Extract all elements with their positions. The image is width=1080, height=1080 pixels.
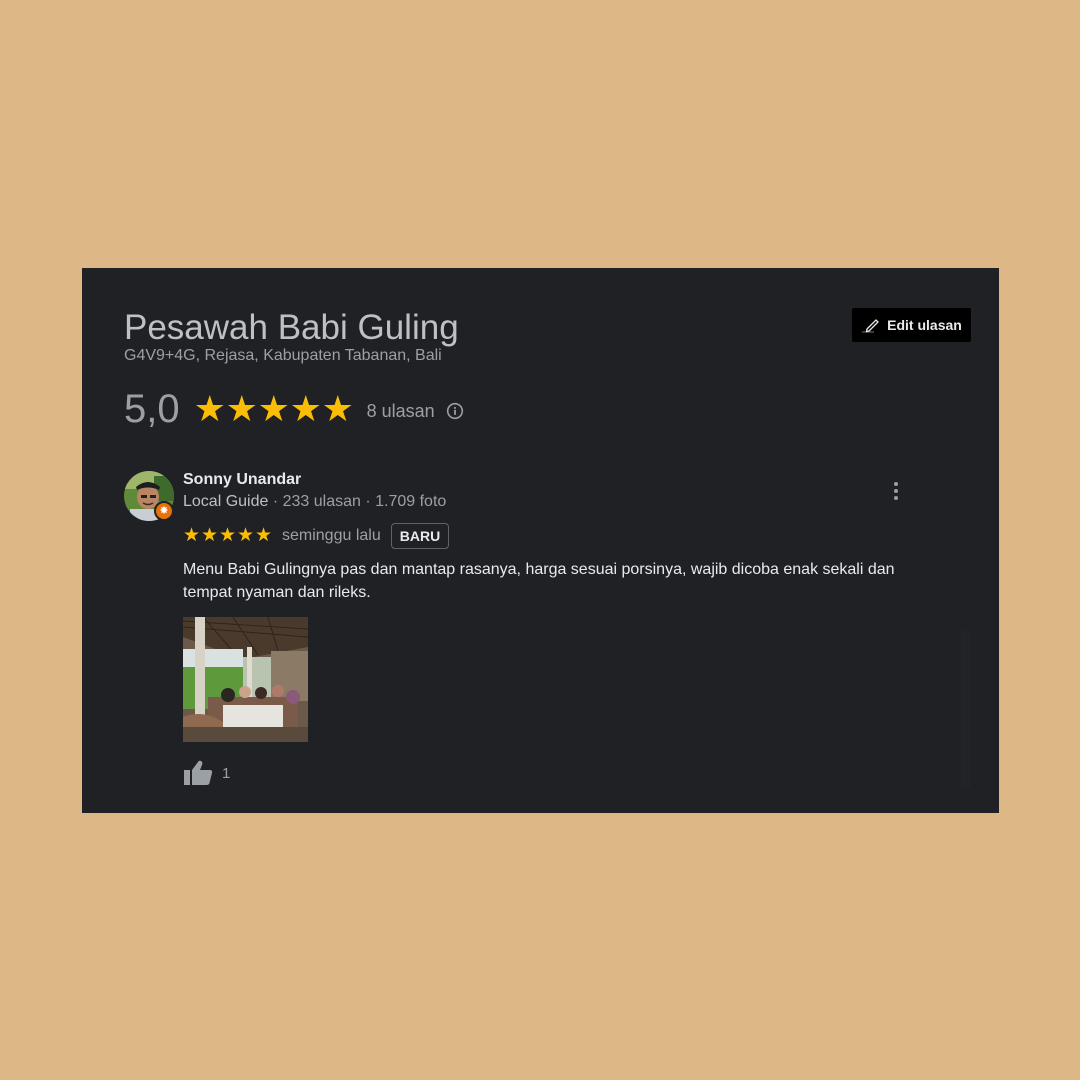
reviewer-name[interactable]: Sonny Unandar [183, 471, 301, 489]
star-icon: ★ [289, 388, 322, 429]
reviewer-stats: · 233 ulasan · 1.709 foto [268, 493, 447, 510]
star-icon: ★ [321, 388, 354, 429]
review-time: seminggu lalu [282, 526, 381, 544]
review-photo-image [183, 617, 308, 742]
like-row: 1 [183, 758, 230, 788]
place-star-rating: ★ ★ ★ ★ ★ [193, 388, 354, 429]
place-address: G4V9+4G, Rejasa, Kabupaten Tabanan, Bali [124, 347, 442, 364]
scrollbar[interactable] [961, 630, 971, 788]
review-count-link[interactable]: 8 ulasan [367, 401, 435, 422]
star-icon: ★ [193, 388, 226, 429]
local-guide-label: Local Guide [183, 493, 269, 510]
rating-value: 5,0 [124, 387, 180, 431]
star-icon: ★ [257, 388, 290, 429]
review-text: Menu Babi Gulingnya pas dan mantap rasan… [183, 561, 895, 601]
edit-review-button[interactable]: Edit ulasan [852, 308, 971, 342]
place-rating-row: 5,0 ★ ★ ★ ★ ★ 8 ulasan [124, 384, 464, 434]
review-panel: Pesawah Babi Guling G4V9+4G, Rejasa, Kab… [82, 268, 999, 813]
star-icon: ★ [219, 524, 237, 546]
review-star-rating: ★ ★ ★ ★ ★ [183, 524, 273, 546]
review-photo[interactable] [183, 617, 308, 742]
more-vert-icon[interactable] [884, 478, 908, 504]
star-icon: ★ [201, 524, 219, 546]
edit-review-label: Edit ulasan [887, 317, 962, 333]
reviewer-meta: Local Guide · 233 ulasan · 1.709 foto [183, 493, 446, 511]
star-icon: ★ [225, 388, 258, 429]
new-badge: BARU [390, 522, 450, 549]
review-rating-row: ★ ★ ★ ★ ★ seminggu lalu BARU [183, 522, 450, 549]
star-icon: ★ [237, 524, 255, 546]
info-icon[interactable] [446, 402, 464, 420]
star-icon: ★ [183, 524, 201, 546]
thumb-up-icon[interactable] [183, 759, 213, 787]
local-guide-star-icon: ✸ [154, 501, 174, 521]
pencil-icon [862, 319, 880, 333]
like-count: 1 [222, 764, 231, 782]
place-title: Pesawah Babi Guling [124, 308, 459, 347]
star-icon: ★ [255, 524, 273, 546]
